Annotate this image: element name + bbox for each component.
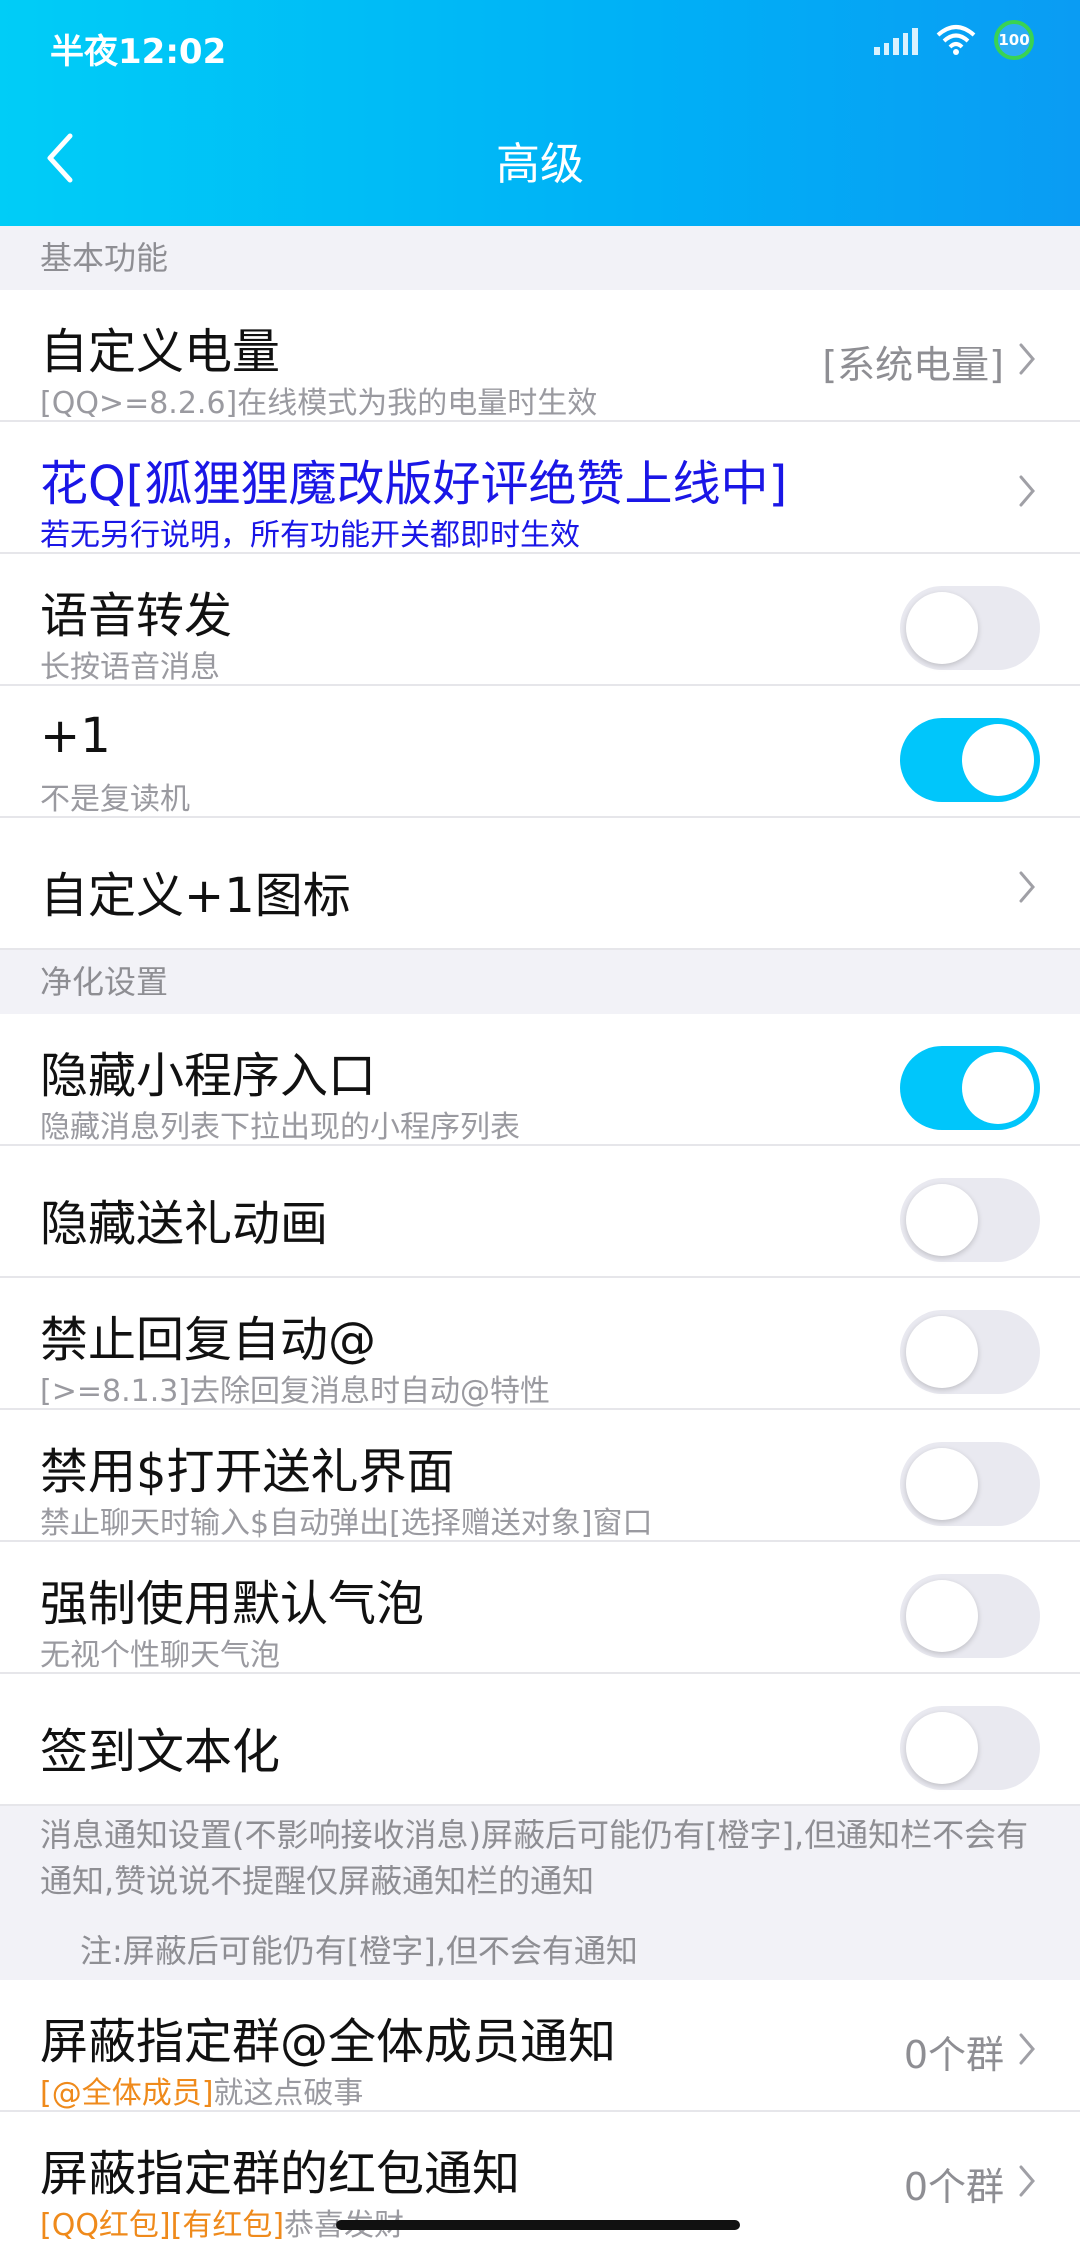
plus-one-toggle[interactable]: [900, 718, 1040, 802]
no-auto-at-row: 禁止回复自动@ [>=8.1.3]去除回复消息时自动@特性: [0, 1278, 1080, 1410]
row-title: 强制使用默认气泡: [40, 1576, 425, 1632]
status-icons: 100: [874, 20, 1034, 60]
row-title: 屏蔽指定群的红包通知: [40, 2146, 521, 2202]
toggle-knob: [906, 1448, 978, 1520]
row-title: 花Q[狐狸狸魔改版好评绝赞上线中]: [40, 456, 788, 512]
hide-miniapp-toggle[interactable]: [900, 1046, 1040, 1130]
row-title: 签到文本化: [40, 1724, 281, 1780]
toggle-knob: [962, 1052, 1034, 1124]
battery-icon: 100: [994, 20, 1034, 60]
row-title: 屏蔽指定群@全体成员通知: [40, 2014, 617, 2070]
row-title: 自定义电量: [40, 324, 281, 380]
no-auto-at-toggle[interactable]: [900, 1310, 1040, 1394]
chevron-right-icon: [1019, 2165, 1035, 2197]
section-header-basic: 基本功能: [0, 226, 1080, 290]
row-title: 隐藏小程序入口: [40, 1048, 377, 1104]
chevron-right-icon: [1019, 475, 1035, 507]
home-indicator: [336, 2220, 740, 2230]
row-subtitle: 若无另行说明，所有功能开关都即时生效: [40, 518, 580, 553]
no-dollar-gift-toggle[interactable]: [900, 1442, 1040, 1526]
row-value: [系统电量]: [822, 343, 1004, 387]
row-subtitle: [@全体成员]就这点破事: [40, 2068, 363, 2112]
row-subtitle: 隐藏消息列表下拉出现的小程序列表: [40, 1110, 520, 1145]
force-default-bubble-toggle[interactable]: [900, 1574, 1040, 1658]
chevron-right-icon: [1019, 871, 1035, 903]
toggle-knob: [906, 1580, 978, 1652]
row-subtitle: 无视个性聊天气泡: [40, 1638, 280, 1673]
huaq-row[interactable]: 花Q[狐狸狸魔改版好评绝赞上线中] 若无另行说明，所有功能开关都即时生效: [0, 422, 1080, 554]
chevron-right-icon: [1019, 343, 1035, 375]
hide-gift-anim-toggle[interactable]: [900, 1178, 1040, 1262]
row-title: 禁用$打开送礼界面: [40, 1444, 455, 1500]
row-title: 禁止回复自动@: [40, 1312, 377, 1368]
subtitle-highlight: [@全体成员]: [40, 2076, 214, 2111]
row-value: 0个群: [903, 2033, 1004, 2077]
row-subtitle: 长按语音消息: [40, 650, 220, 685]
hide-gift-anim-row: 隐藏送礼动画: [0, 1146, 1080, 1278]
block-at-all-row[interactable]: 屏蔽指定群@全体成员通知 [@全体成员]就这点破事 0个群: [0, 1980, 1080, 2112]
top-bar: 半夜12:02 100 高级: [0, 0, 1080, 226]
row-title: 隐藏送礼动画: [40, 1196, 329, 1252]
subtitle-rest: 就这点破事: [213, 2076, 364, 2111]
no-dollar-gift-row: 禁用$打开送礼界面 禁止聊天时输入$自动弹出[选择赠送对象]窗口: [0, 1410, 1080, 1542]
row-subtitle: [>=8.1.3]去除回复消息时自动@特性: [40, 1374, 551, 1409]
chevron-right-icon: [1019, 2033, 1035, 2065]
toggle-knob: [906, 1712, 978, 1784]
row-subtitle: 不是复读机: [40, 782, 190, 817]
row-subtitle: [QQ>=8.2.6]在线模式为我的电量时生效: [40, 386, 598, 421]
row-title: 自定义+1图标: [40, 868, 351, 924]
custom-plus-one-icon-row[interactable]: 自定义+1图标: [0, 818, 1080, 950]
checkin-text-row: 签到文本化: [0, 1674, 1080, 1806]
custom-battery-row[interactable]: 自定义电量 [QQ>=8.2.6]在线模式为我的电量时生效 [系统电量]: [0, 290, 1080, 422]
voice-forward-toggle[interactable]: [900, 586, 1040, 670]
page-title: 高级: [496, 139, 584, 190]
notify-info-text: 消息通知设置(不影响接收消息)屏蔽后可能仍有[橙字],但通知栏不会有通知,赞说说…: [0, 1812, 1080, 1904]
subtitle-highlight: [QQ红包][有红包]: [40, 2208, 285, 2243]
signal-icon: [874, 25, 918, 55]
force-default-bubble-row: 强制使用默认气泡 无视个性聊天气泡: [0, 1542, 1080, 1674]
voice-forward-row: 语音转发 长按语音消息: [0, 554, 1080, 686]
notify-note-text: 注:屏蔽后可能仍有[橙字],但不会有通知: [80, 1932, 638, 1970]
row-title: 语音转发: [40, 588, 233, 644]
toggle-knob: [906, 1184, 978, 1256]
checkin-text-toggle[interactable]: [900, 1706, 1040, 1790]
row-subtitle: 禁止聊天时输入$自动弹出[选择赠送对象]窗口: [40, 1506, 653, 1541]
hide-miniapp-row: 隐藏小程序入口 隐藏消息列表下拉出现的小程序列表: [0, 1014, 1080, 1146]
status-time: 半夜12:02: [50, 32, 227, 72]
toggle-knob: [906, 592, 978, 664]
toggle-knob: [906, 1316, 978, 1388]
plus-one-row: +1 不是复读机: [0, 686, 1080, 818]
wifi-icon: [936, 24, 976, 56]
row-value: 0个群: [903, 2165, 1004, 2209]
toggle-knob: [962, 724, 1034, 796]
row-title: +1: [40, 708, 111, 764]
section-header-purify: 净化设置: [0, 950, 1080, 1014]
